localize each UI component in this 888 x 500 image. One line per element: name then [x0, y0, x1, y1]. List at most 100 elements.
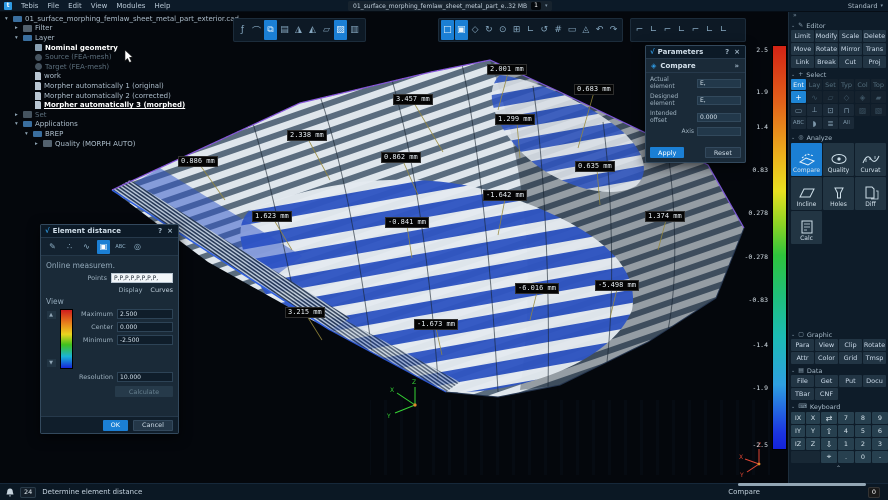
- close-icon[interactable]: ×: [733, 48, 741, 56]
- csys-user1-icon[interactable]: ⌐: [689, 20, 702, 40]
- close-icon[interactable]: ×: [166, 227, 174, 235]
- select-point-icon[interactable]: ⊡: [823, 104, 838, 116]
- graphic-section-header[interactable]: ⌄ ▢ Graphic: [791, 330, 886, 339]
- keypad-key[interactable]: 7: [838, 412, 854, 424]
- keypad-key[interactable]: 9: [872, 412, 888, 424]
- analyze-section-header[interactable]: ⌄ ◎ Analyze: [791, 133, 886, 142]
- graphic-button[interactable]: Para: [791, 339, 814, 351]
- mesh-edit-icon[interactable]: ◮: [292, 20, 305, 40]
- csys-front-icon[interactable]: ∟: [647, 20, 660, 40]
- select-layers-icon[interactable]: ≣: [823, 117, 838, 129]
- mesh-pick-icon[interactable]: ◭: [306, 20, 319, 40]
- scale-up-button[interactable]: ▲: [47, 311, 56, 319]
- analyze-diff-button[interactable]: Diff: [855, 177, 886, 210]
- dialog-titlebar[interactable]: √ Parameters ? ×: [646, 46, 745, 59]
- tree-item[interactable]: ▸ Set: [5, 110, 239, 120]
- parameter-input[interactable]: 0.000: [697, 113, 741, 122]
- menu-item[interactable]: Tebis: [21, 2, 38, 10]
- frame-icon[interactable]: ▭: [566, 20, 579, 40]
- menu-item[interactable]: Help: [154, 2, 170, 10]
- select-solid-icon[interactable]: ◇: [839, 91, 854, 103]
- analyze-quality-button[interactable]: Quality: [823, 143, 854, 176]
- function-curve-icon[interactable]: ƒ: [236, 20, 249, 40]
- keypad-key[interactable]: -: [872, 451, 888, 463]
- graphic-button[interactable]: Rotate: [863, 339, 886, 351]
- select-sheet-icon[interactable]: ▰: [871, 91, 886, 103]
- menu-item[interactable]: Modules: [116, 2, 145, 10]
- collapse-icon[interactable]: »: [733, 62, 740, 70]
- csys-top-icon[interactable]: ⌐: [633, 20, 646, 40]
- chevron-down-icon[interactable]: ▾: [545, 3, 548, 9]
- editor-button[interactable]: Link: [791, 56, 814, 68]
- select-filter-tab[interactable]: Lay: [807, 79, 822, 90]
- profile-selector[interactable]: Standard ▾: [848, 2, 883, 10]
- editor-button[interactable]: Trans: [863, 43, 886, 55]
- bell-icon[interactable]: [6, 488, 14, 497]
- calculate-button[interactable]: Calculate: [115, 386, 173, 397]
- tree-item[interactable]: ▾ BREP: [5, 129, 239, 139]
- solid-cube-icon[interactable]: ◇: [469, 20, 482, 40]
- graphic-button[interactable]: Attr: [791, 352, 814, 364]
- editor-button[interactable]: Proj: [863, 56, 886, 68]
- editor-button[interactable]: Modify: [815, 30, 838, 42]
- reset-button[interactable]: Reset: [705, 147, 741, 158]
- keypad-key[interactable]: [791, 451, 820, 463]
- parameter-input[interactable]: E,: [697, 79, 741, 88]
- menu-item[interactable]: View: [91, 2, 108, 10]
- data-button[interactable]: Docu: [863, 375, 886, 387]
- wireframe-cube-icon[interactable]: □: [441, 20, 454, 40]
- keypad-key[interactable]: 2: [855, 438, 871, 450]
- menu-item[interactable]: File: [47, 2, 59, 10]
- tree-item[interactable]: work: [5, 72, 239, 82]
- select-filter-tab[interactable]: Set: [823, 79, 838, 90]
- keypad-key[interactable]: 5: [855, 425, 871, 437]
- keypad-key[interactable]: IZ: [791, 438, 805, 450]
- spline-icon[interactable]: ⌒: [250, 20, 263, 40]
- resolution-input[interactable]: 10.000: [117, 372, 173, 382]
- probe-tool-icon[interactable]: ✎: [46, 240, 59, 254]
- csys-iso-icon[interactable]: ∟: [675, 20, 688, 40]
- editor-button[interactable]: Cut: [839, 56, 862, 68]
- tree-item[interactable]: Morpher automatically 1 (original): [5, 81, 239, 91]
- shaded-cube-icon[interactable]: ▣: [455, 20, 468, 40]
- keypad-key[interactable]: ⇄: [821, 412, 837, 424]
- help-button[interactable]: ?: [157, 227, 163, 235]
- editor-button[interactable]: Break: [815, 56, 838, 68]
- graphic-button[interactable]: Color: [815, 352, 838, 364]
- data-button[interactable]: TBar: [791, 388, 814, 400]
- analyze-incline-button[interactable]: Incline: [791, 177, 822, 210]
- tree-chevron-icon[interactable]: ▾: [15, 35, 23, 41]
- points-tool-icon[interactable]: ∴: [63, 240, 76, 254]
- csys-world-icon[interactable]: ∟: [717, 20, 730, 40]
- tree-chevron-icon[interactable]: ▸: [15, 112, 23, 118]
- apply-button[interactable]: Apply: [650, 147, 684, 158]
- sheet-group-icon[interactable]: ▥: [348, 20, 361, 40]
- corner-counter-badge[interactable]: 0: [868, 487, 880, 498]
- refresh-view-icon[interactable]: ↻: [483, 20, 496, 40]
- keypad-key[interactable]: ⇩: [821, 438, 837, 450]
- editor-button[interactable]: Mirror: [839, 43, 862, 55]
- select-filter-tab[interactable]: Ent: [791, 79, 806, 90]
- solid-tool-icon[interactable]: ▣: [97, 240, 110, 254]
- sidebar-collapse-icon[interactable]: »: [791, 11, 886, 19]
- visibility-tool-icon[interactable]: ◎: [131, 240, 144, 254]
- editor-button[interactable]: Limit: [791, 30, 814, 42]
- compare-section-header[interactable]: ◈ Compare »: [646, 59, 745, 73]
- keyboard-section-header[interactable]: ⌄ ⌨ Keyboard: [791, 402, 886, 411]
- keypad-key[interactable]: IY: [791, 425, 805, 437]
- tree-item[interactable]: Nominal geometry: [5, 43, 239, 53]
- tree-chevron-icon[interactable]: ▾: [15, 121, 23, 127]
- parameter-input[interactable]: [697, 127, 741, 136]
- analyze-calc-button[interactable]: Calc: [791, 211, 822, 244]
- keypad-key[interactable]: 6: [872, 425, 888, 437]
- tree-item[interactable]: ▸ Filter: [5, 24, 239, 34]
- select-filter-tab[interactable]: Top: [871, 79, 886, 90]
- tree-item[interactable]: ▸ Quality (MORPH AUTO): [5, 139, 239, 149]
- graphic-button[interactable]: Tmsp: [863, 352, 886, 364]
- keypad-key[interactable]: .: [838, 451, 854, 463]
- editor-section-header[interactable]: ⌄ ✎ Editor: [791, 21, 886, 30]
- fit-view-icon[interactable]: ⊞: [510, 20, 523, 40]
- rotate-view-icon[interactable]: ↺: [538, 20, 551, 40]
- curve-tool-icon[interactable]: ∿: [80, 240, 93, 254]
- tree-chevron-icon[interactable]: ▸: [35, 141, 43, 147]
